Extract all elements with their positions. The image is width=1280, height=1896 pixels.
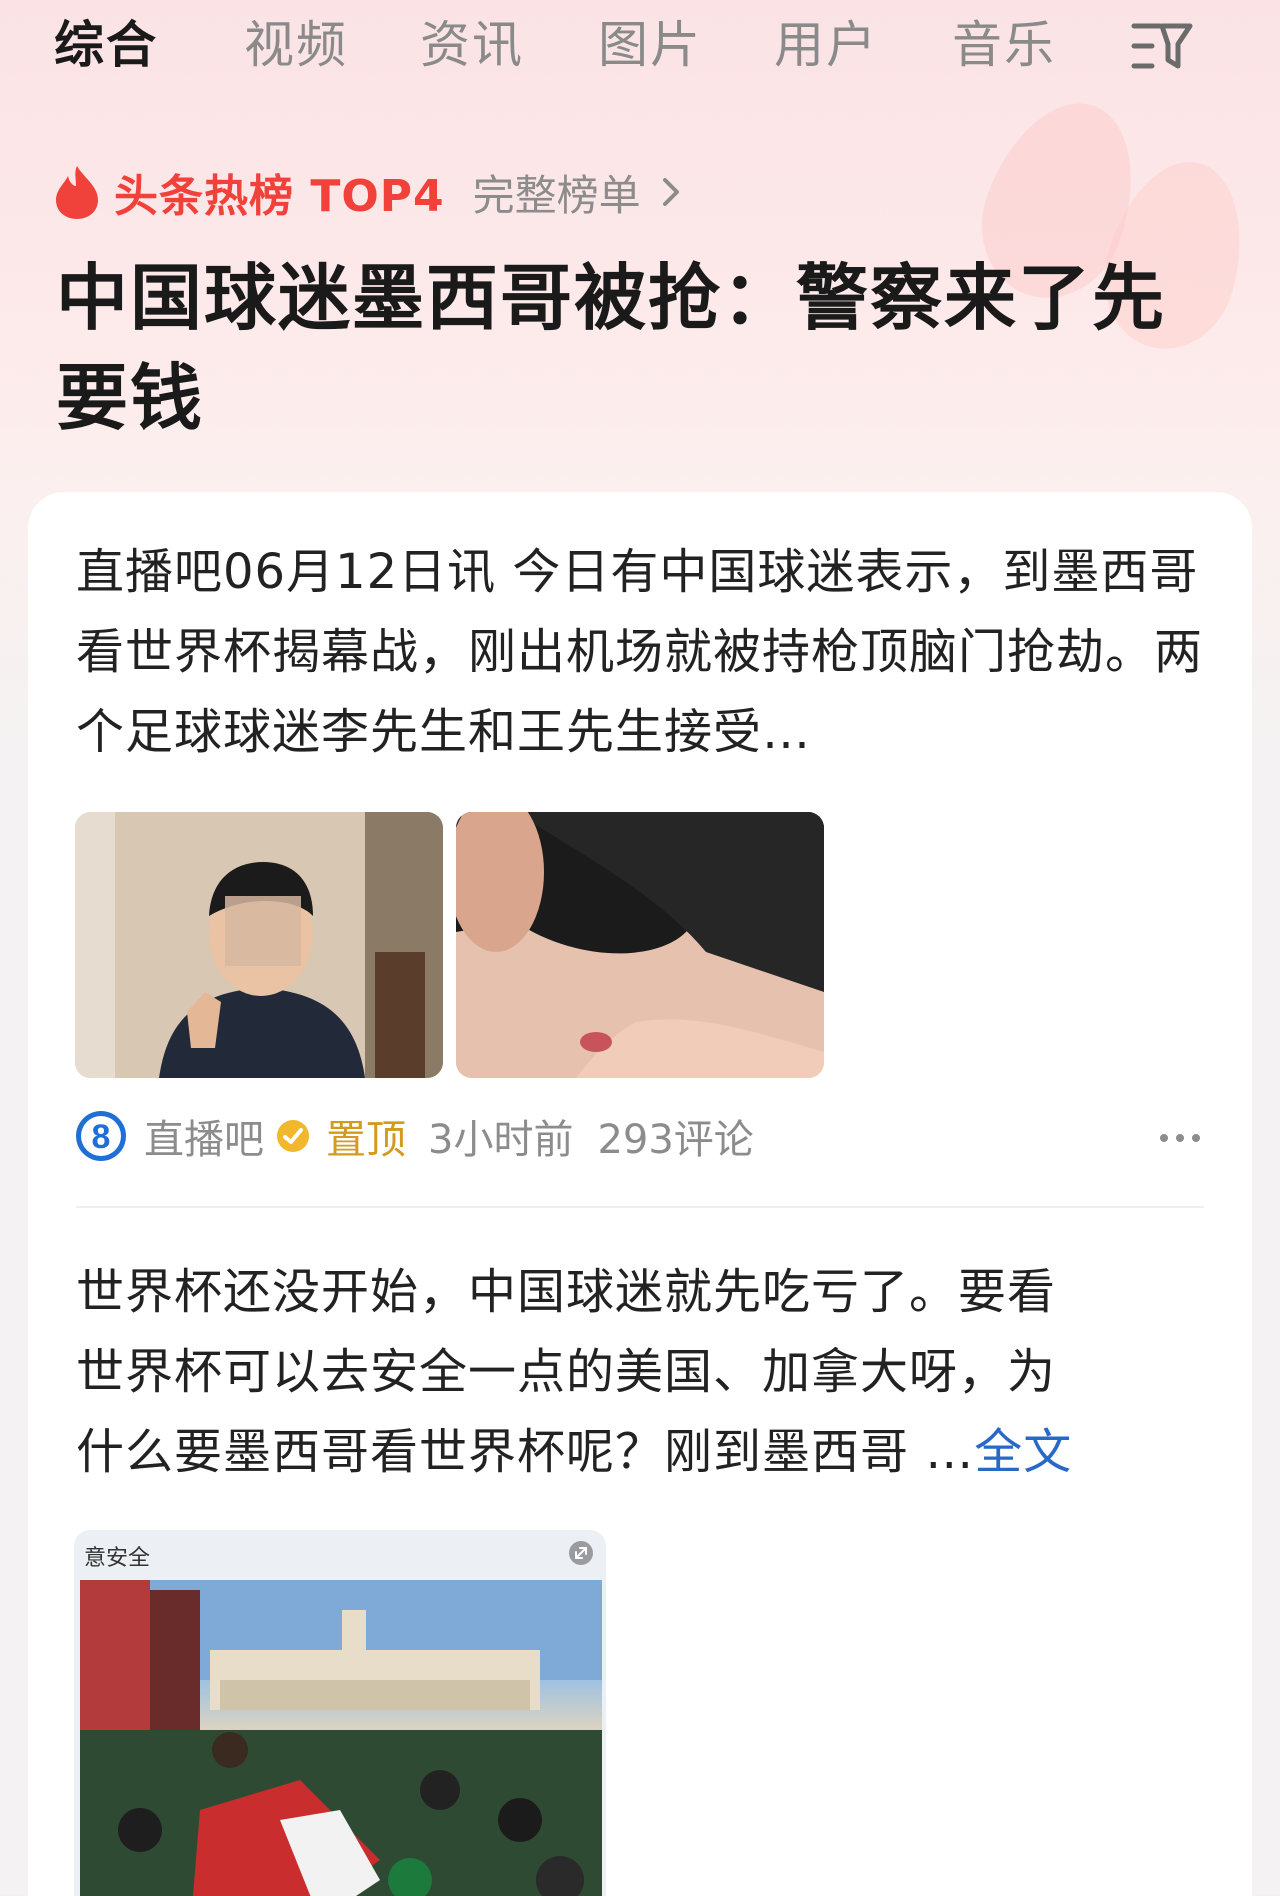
post-image-injury[interactable] (456, 812, 824, 1078)
tab-music[interactable]: 音乐 (952, 10, 1056, 80)
filter-icon[interactable] (1130, 18, 1194, 74)
svg-text:8: 8 (92, 1118, 111, 1156)
verified-badge-icon (277, 1120, 309, 1152)
stadium-photo (80, 1580, 602, 1896)
pinned-label: 置顶 (326, 1117, 406, 1163)
result-card: 直播吧06月12日讯 今日有中国球迷表示，到墨西哥看世界杯揭幕战，刚出机场就被持… (28, 492, 1252, 1896)
post-text-line-3: 什么要墨西哥看世界杯呢？刚到墨西哥 (76, 1424, 910, 1480)
tab-all[interactable]: 综合 (54, 10, 158, 80)
image-caption: 意安全 (84, 1546, 151, 1571)
ellipsis: … (909, 1424, 975, 1480)
search-tabs: 综合 视频 资讯 图片 用户 音乐 (0, 0, 1280, 100)
hot-headline[interactable]: 中国球迷墨西哥被抢：警察来了先要钱 (56, 248, 1216, 448)
post-text[interactable]: 直播吧06月12日讯 今日有中国球迷表示，到墨西哥看世界杯揭幕战，刚出机场就被持… (76, 532, 1226, 772)
source-logo-icon[interactable]: 8 (74, 1109, 128, 1163)
full-list-link[interactable]: 完整榜单 (473, 162, 641, 223)
post-image-man[interactable] (75, 812, 443, 1078)
post-text[interactable]: 世界杯还没开始，中国球迷就先吃亏了。要看 世界杯可以去安全一点的美国、加拿大呀，… (76, 1252, 1226, 1492)
flame-icon (56, 166, 98, 219)
more-options-icon[interactable] (1158, 1132, 1202, 1144)
post-text-line: 什么要墨西哥看世界杯呢？刚到墨西哥 …全文 (76, 1412, 1226, 1492)
read-full-link[interactable]: 全文 (974, 1424, 1072, 1480)
hot-list-header[interactable]: 头条热榜 TOP4 完整榜单 (54, 160, 683, 224)
tab-images[interactable]: 图片 (598, 10, 702, 80)
expand-icon[interactable] (568, 1540, 594, 1566)
post-time: 3小时前 (428, 1117, 574, 1163)
post-text-line: 世界杯可以去安全一点的美国、加拿大呀，为 (76, 1344, 1057, 1400)
tab-users[interactable]: 用户 (774, 10, 878, 80)
chevron-right-icon (662, 178, 679, 206)
post-image-stadium[interactable]: 意安全 (74, 1530, 606, 1896)
tab-video[interactable]: 视频 (244, 10, 348, 80)
tab-news[interactable]: 资讯 (420, 10, 524, 80)
divider (76, 1206, 1204, 1208)
post-text-line: 世界杯还没开始，中国球迷就先吃亏了。要看 (76, 1264, 1057, 1320)
source-name[interactable]: 直播吧 (144, 1107, 264, 1165)
post-meta: 8 直播吧 置顶 3小时前 293评论 (74, 1106, 754, 1166)
hot-list-badge: 头条热榜 TOP4 (114, 171, 445, 222)
comment-count[interactable]: 293评论 (597, 1107, 753, 1165)
